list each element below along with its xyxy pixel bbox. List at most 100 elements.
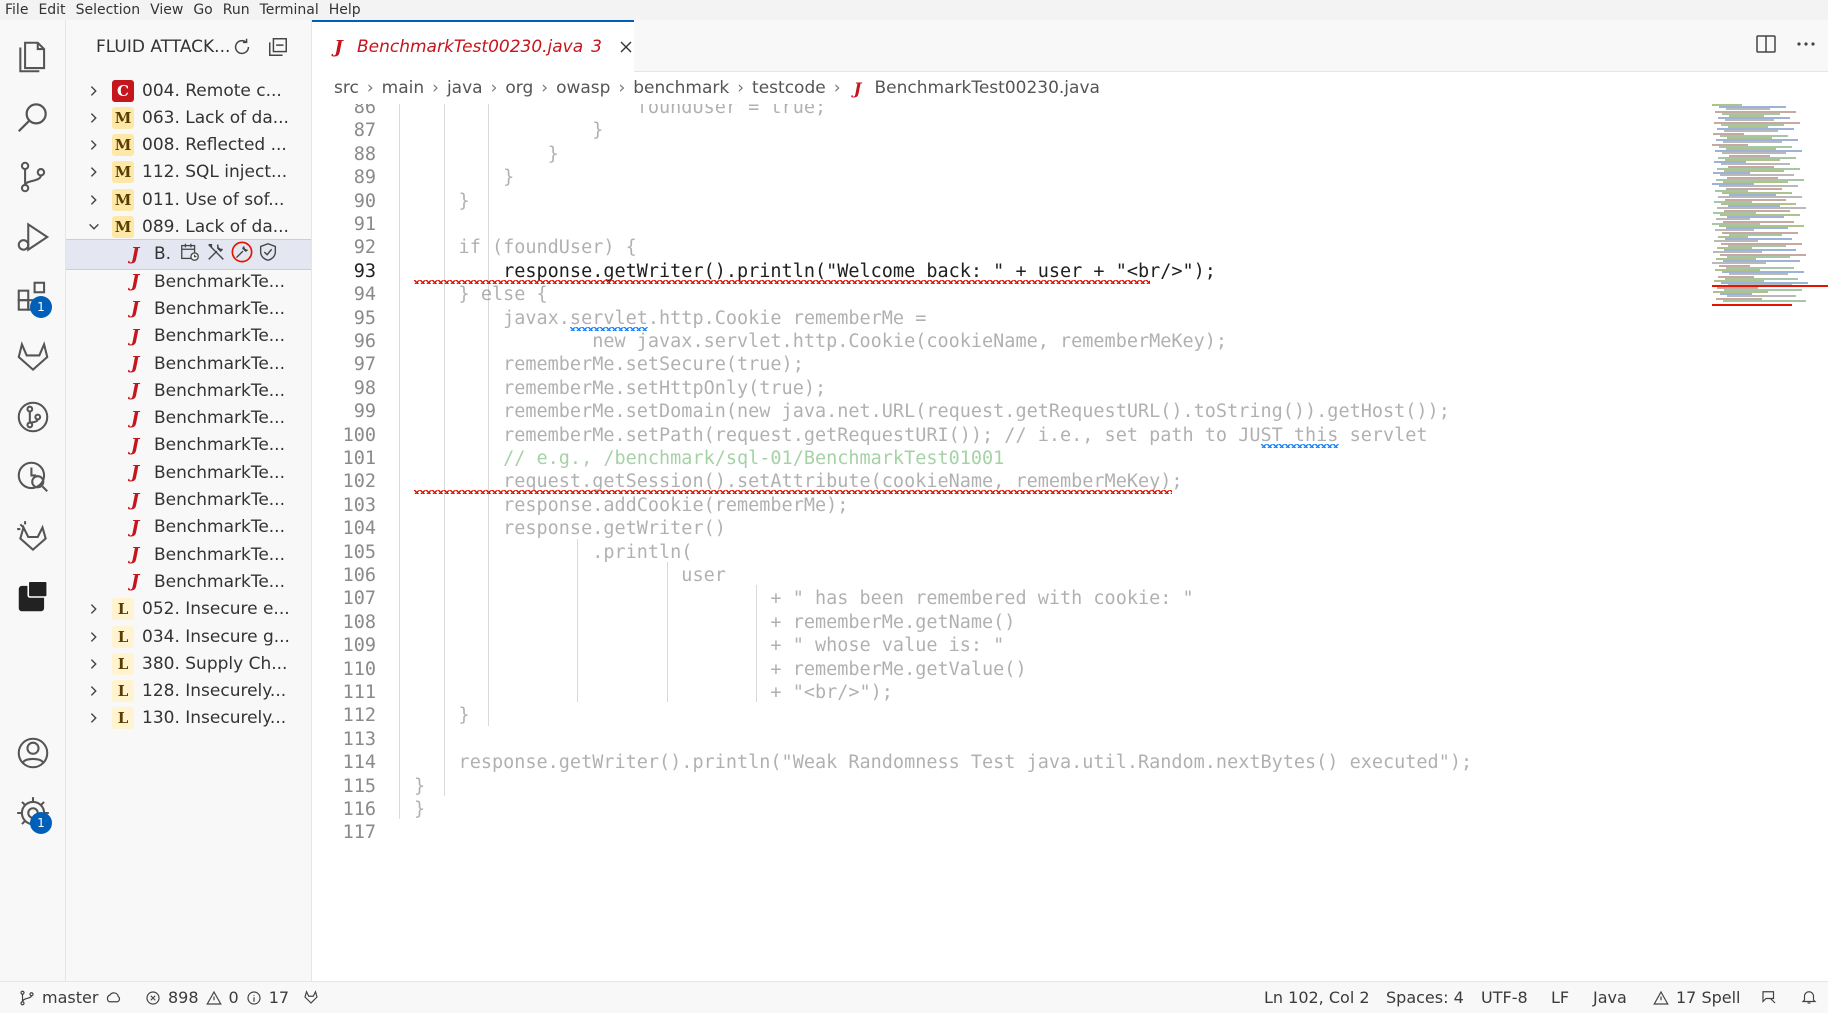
close-icon[interactable] xyxy=(618,37,634,57)
code-editor[interactable]: 86 foundUser = true; 87 } 88 } 89 } 90 } 91 92… xyxy=(312,104,1702,980)
java-file-icon: J xyxy=(130,325,140,347)
sidebar-header: FLUID ATTACK... xyxy=(66,20,311,74)
gitlab-icon[interactable] xyxy=(12,336,54,378)
chevron-right-icon[interactable] xyxy=(82,597,106,621)
cursor-position[interactable]: Ln 102, Col 2 xyxy=(1264,988,1370,1007)
finding-label: 128. Insecurely... xyxy=(142,681,287,702)
warning-icon xyxy=(1653,990,1669,1005)
collapse-all-icon[interactable] xyxy=(267,36,289,63)
encoding-status[interactable]: UTF-8 xyxy=(1481,988,1528,1007)
code-line: } xyxy=(414,799,426,820)
manage-gear-icon[interactable]: 1 xyxy=(12,792,54,834)
file-label: B. xyxy=(154,244,172,265)
eol-status[interactable]: LF xyxy=(1551,988,1569,1007)
file-label: BenchmarkTe... xyxy=(154,298,285,319)
error-squiggle xyxy=(414,279,1150,284)
extensions-icon[interactable]: 1 xyxy=(12,276,54,318)
breadcrumb-segment[interactable]: java xyxy=(447,78,483,98)
terminal-app-icon[interactable] xyxy=(12,576,54,618)
chevron-right-icon[interactable] xyxy=(82,679,106,703)
code-line: + "<br/>"); xyxy=(414,682,893,703)
chevron-down-icon[interactable] xyxy=(82,215,106,239)
finding-group[interactable]: L 130. Insecurely... xyxy=(66,703,311,734)
file-label: BenchmarkTe... xyxy=(154,490,285,510)
refresh-icon[interactable] xyxy=(231,36,253,63)
branch-status[interactable]: master xyxy=(18,988,122,1007)
spell-squiggle xyxy=(570,326,649,331)
breadcrumb-chevron-icon: › xyxy=(833,78,841,98)
notifications-icon[interactable] xyxy=(1800,988,1818,1006)
finding-label: 011. Use of sof... xyxy=(142,189,285,210)
split-editor-icon[interactable] xyxy=(1754,32,1778,60)
severity-badge: M xyxy=(112,134,134,157)
breadcrumb-segment[interactable]: main xyxy=(382,78,424,98)
breadcrumb-segment[interactable]: owasp xyxy=(556,78,610,98)
menu-terminal[interactable]: Terminal xyxy=(255,2,324,18)
spell-status[interactable]: 17 Spell xyxy=(1652,988,1741,1007)
java-file-icon: J xyxy=(130,407,140,429)
chevron-right-icon[interactable] xyxy=(82,652,106,676)
file-label: BenchmarkTe... xyxy=(154,380,285,401)
chevron-right-icon[interactable] xyxy=(82,706,106,730)
more-actions-icon[interactable] xyxy=(1794,32,1818,60)
breadcrumb-segment[interactable]: benchmark xyxy=(633,78,729,98)
explorer-icon[interactable] xyxy=(12,36,54,78)
tools-icon[interactable] xyxy=(205,241,227,268)
git-graph-icon[interactable] xyxy=(12,396,54,438)
file-label: BenchmarkTe... xyxy=(154,408,285,429)
info-icon xyxy=(247,990,261,1005)
breadcrumb-segment[interactable]: src xyxy=(334,78,359,98)
java-file-icon: J xyxy=(853,78,862,98)
editor-tab[interactable]: J BenchmarkTest00230.java 3 xyxy=(312,20,634,72)
feedback-icon[interactable] xyxy=(1760,988,1778,1006)
menu-edit[interactable]: Edit xyxy=(33,2,70,18)
java-file-icon: J xyxy=(130,462,140,484)
finding-label: 063. Lack of da... xyxy=(142,107,289,128)
menu-file[interactable]: File xyxy=(0,2,33,18)
chevron-right-icon[interactable] xyxy=(82,160,106,184)
menu-view[interactable]: View xyxy=(145,2,188,18)
wrench-icon[interactable] xyxy=(231,241,253,268)
java-file-icon: J xyxy=(130,298,140,320)
breadcrumb-chevron-icon: › xyxy=(737,78,745,98)
minimap[interactable] xyxy=(1712,104,1828,980)
file-label: BenchmarkTe... xyxy=(154,462,285,483)
breadcrumb-segment[interactable]: org xyxy=(505,78,533,98)
java-file-icon: J xyxy=(334,36,343,58)
severity-badge: L xyxy=(112,707,134,730)
warning-icon xyxy=(205,990,222,1005)
chevron-right-icon[interactable] xyxy=(82,188,106,212)
breadcrumb-segment[interactable]: testcode xyxy=(752,78,826,98)
shield-check-icon[interactable] xyxy=(257,241,279,268)
chevron-right-icon[interactable] xyxy=(82,133,106,157)
indentation-status[interactable]: Spaces: 4 xyxy=(1386,988,1464,1007)
menu-go[interactable]: Go xyxy=(188,2,217,18)
ports-status[interactable] xyxy=(302,988,320,1006)
menu-run[interactable]: Run xyxy=(218,2,255,18)
chevron-right-icon[interactable] xyxy=(82,106,106,130)
chevron-right-icon[interactable] xyxy=(82,625,106,649)
search-icon[interactable] xyxy=(12,96,54,138)
breadcrumb-chevron-icon: › xyxy=(432,78,439,98)
source-control-icon[interactable] xyxy=(12,156,54,198)
minimap-error-marker xyxy=(1712,285,1828,287)
error-icon xyxy=(146,990,160,1005)
severity-badge: C xyxy=(112,79,134,102)
java-file-icon: J xyxy=(130,271,140,293)
breadcrumb-file[interactable]: J BenchmarkTest00230.java xyxy=(849,78,1100,98)
file-label: BenchmarkTe... xyxy=(154,326,285,347)
breadcrumb-chevron-icon: › xyxy=(366,78,374,98)
problems-status[interactable]: 898 0 17 xyxy=(144,988,289,1007)
run-debug-icon[interactable] xyxy=(12,216,54,258)
finding-label: 004. Remote c... xyxy=(142,80,282,101)
sidebar: FLUID ATTACK... C 004. Remote c... M 063. L… xyxy=(66,20,312,981)
calendar-icon[interactable] xyxy=(179,241,201,268)
language-status[interactable]: Java xyxy=(1593,988,1627,1007)
fluid-attacks-icon[interactable] xyxy=(12,516,54,558)
menu-selection[interactable]: Selection xyxy=(71,2,146,18)
menu-help[interactable]: Help xyxy=(324,2,366,18)
account-icon[interactable] xyxy=(12,732,54,774)
chevron-right-icon[interactable] xyxy=(82,79,106,103)
timeline-search-icon[interactable] xyxy=(12,456,54,498)
file-label: BenchmarkTe... xyxy=(154,571,285,592)
